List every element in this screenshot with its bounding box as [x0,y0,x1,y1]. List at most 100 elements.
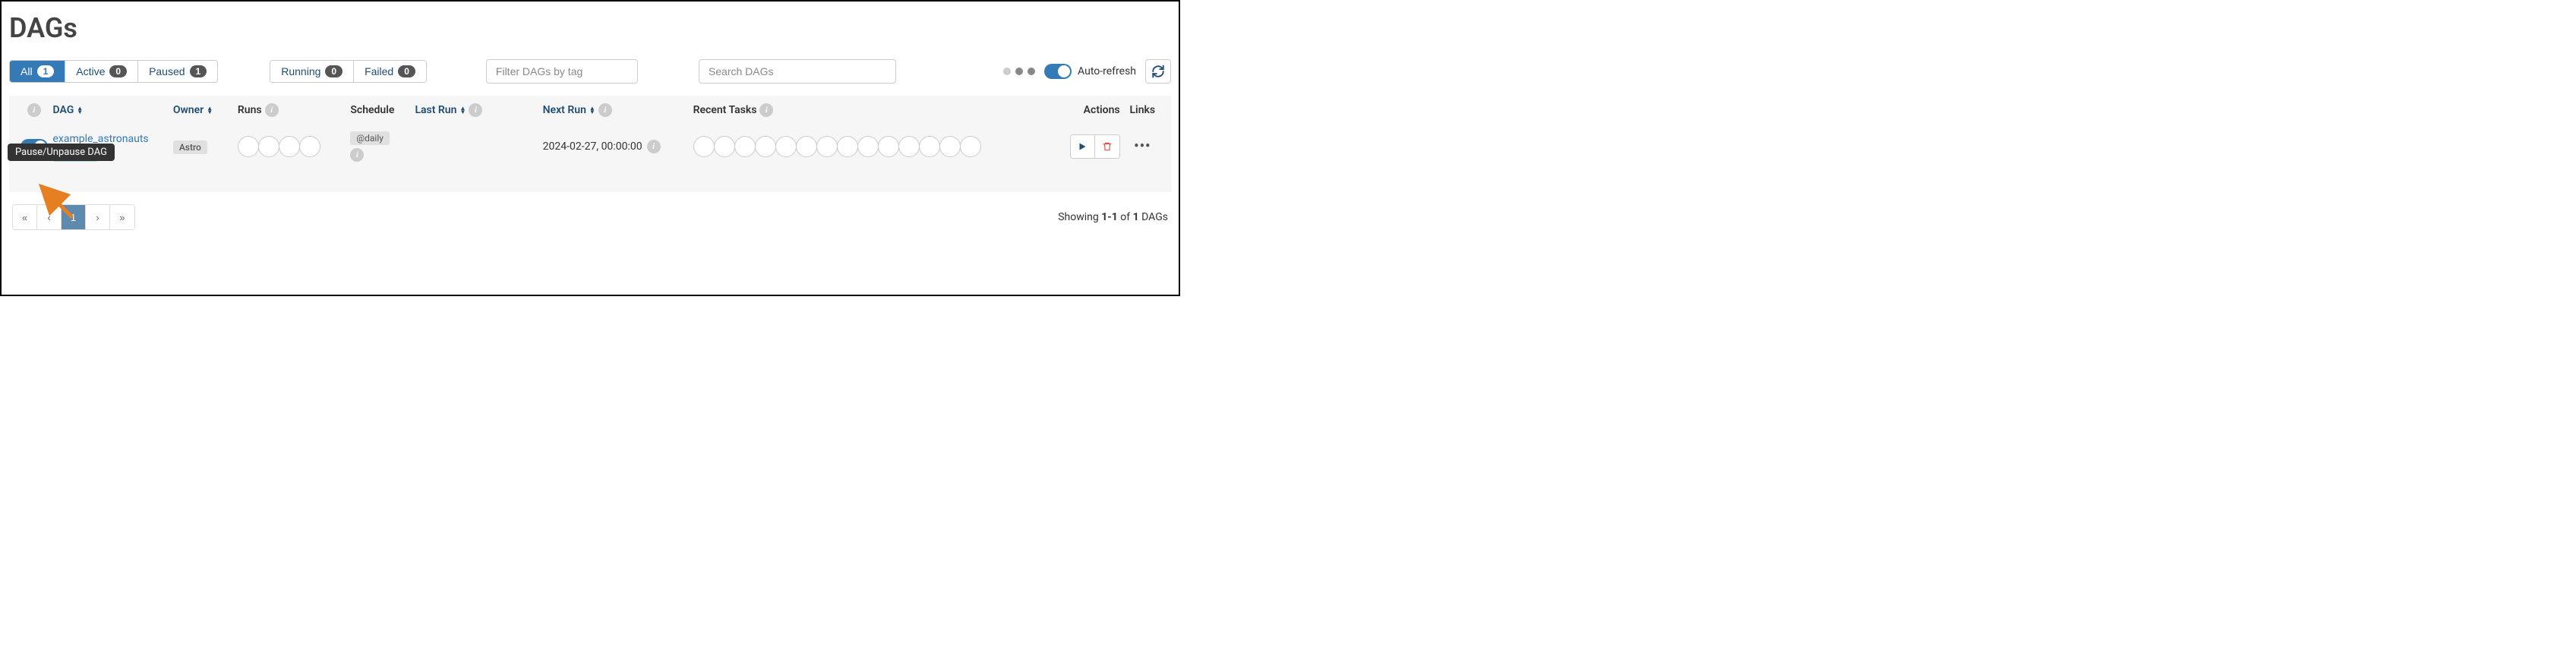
status-running-tab[interactable]: Running 0 [270,61,354,82]
run-circle[interactable] [299,136,320,157]
task-circle[interactable] [734,136,756,157]
filter-tab-group: All 1 Active 0 Paused 1 [9,60,218,83]
status-dot-3 [1028,68,1035,75]
task-circle[interactable] [898,136,920,157]
run-circles [238,136,350,157]
info-icon: i [27,103,41,117]
header-links-label: Links [1129,104,1155,116]
header-recent-label: Recent Tasks [693,104,757,116]
sort-icon: ▲▼ [77,106,83,114]
task-circle[interactable] [755,136,776,157]
filter-active-label: Active [76,65,105,77]
header-actions-label: Actions [1084,104,1120,116]
play-icon [1078,142,1087,151]
showing-suffix: DAGs [1139,211,1168,223]
filter-active-count: 0 [109,65,127,77]
run-circle[interactable] [258,136,279,157]
owner-badge: Astro [173,140,207,154]
task-circle[interactable] [796,136,817,157]
trigger-dag-button[interactable] [1071,135,1095,158]
task-circle[interactable] [919,136,940,157]
sort-icon: ▲▼ [589,106,595,114]
header-owner-label: Owner [173,104,204,116]
task-circles [693,136,1060,157]
delete-dag-button[interactable] [1095,135,1119,158]
next-run-value: 2024-02-27, 00:00:00 [543,140,642,153]
task-circle[interactable] [837,136,858,157]
sort-icon: ▲▼ [207,106,213,114]
autorefresh-toggle[interactable] [1044,64,1072,79]
header-links: Links [1120,104,1165,116]
table-header-row: i DAG ▲▼ Owner ▲▼ Runs i Schedule Last R… [9,96,1171,125]
task-circle[interactable] [857,136,879,157]
showing-range: 1-1 [1101,211,1118,223]
task-circle[interactable] [693,136,715,157]
status-dots [1003,68,1035,75]
info-icon: i [647,140,661,153]
header-dag[interactable]: DAG ▲▼ [52,104,172,116]
header-dag-label: DAG [52,104,74,116]
task-circle[interactable] [939,136,961,157]
showing-middle: of [1118,211,1133,223]
filter-paused-label: Paused [149,65,185,77]
filter-paused-tab[interactable]: Paused 1 [138,61,217,82]
tag-filter-input[interactable] [486,59,638,84]
header-lastrun[interactable]: Last Run ▲▼ i [415,103,542,117]
run-circle[interactable] [279,136,300,157]
controls-row: All 1 Active 0 Paused 1 Running 0 Failed… [9,59,1171,84]
autorefresh-group: Auto-refresh [1044,64,1136,79]
status-dot-2 [1015,68,1023,75]
status-running-label: Running [281,65,320,77]
status-tab-group: Running 0 Failed 0 [270,60,427,83]
task-circle[interactable] [816,136,838,157]
header-schedule-label: Schedule [350,104,394,116]
page-next-button[interactable]: › [86,205,110,229]
info-icon: i [469,103,482,117]
task-circle[interactable] [775,136,797,157]
showing-prefix: Showing [1058,211,1101,223]
status-failed-tab[interactable]: Failed 0 [354,61,426,82]
task-circle[interactable] [960,136,981,157]
refresh-icon [1151,65,1165,78]
filter-all-count: 1 [37,65,55,77]
schedule-badge: @daily [350,131,390,145]
run-circle[interactable] [238,136,259,157]
filter-all-tab[interactable]: All 1 [10,61,65,82]
dags-table: i DAG ▲▼ Owner ▲▼ Runs i Schedule Last R… [9,96,1171,192]
filter-paused-count: 1 [190,65,207,77]
info-icon: i [265,103,279,117]
info-icon: i [759,103,773,117]
showing-text: Showing 1-1 of 1 DAGs [1058,211,1168,223]
footer-row: « ‹ 1 › » Showing 1-1 of 1 DAGs [9,192,1171,233]
status-failed-count: 0 [398,65,415,77]
task-circle[interactable] [714,136,735,157]
header-lastrun-label: Last Run [415,104,456,116]
pause-tooltip: Pause/Unpause DAG [8,144,115,161]
header-recent: Recent Tasks i [693,103,1060,117]
callout-arrow-icon [38,183,84,229]
filter-active-tab[interactable]: Active 0 [65,61,138,82]
header-nextrun[interactable]: Next Run ▲▼ i [543,103,693,117]
header-owner[interactable]: Owner ▲▼ [173,104,238,116]
autorefresh-label: Auto-refresh [1078,65,1136,77]
table-row: example_astronauts example Astro @daily … [9,125,1171,192]
info-icon: i [350,148,364,162]
links-menu-button[interactable]: ••• [1134,138,1151,154]
search-input[interactable] [699,59,896,84]
page-title: DAGs [9,12,1171,44]
refresh-button[interactable] [1145,59,1171,84]
page-last-button[interactable]: » [110,205,134,229]
header-runs-label: Runs [238,104,262,116]
status-dot-1 [1003,68,1011,75]
status-failed-label: Failed [365,65,393,77]
header-runs: Runs i [238,103,350,117]
sort-icon: ▲▼ [459,106,466,114]
filter-all-label: All [21,65,33,77]
showing-total: 1 [1133,211,1139,223]
task-circle[interactable] [878,136,899,157]
status-running-count: 0 [325,65,343,77]
header-schedule: Schedule [350,104,415,116]
header-actions: Actions [1059,104,1119,116]
header-nextrun-label: Next Run [543,104,586,116]
page-first-button[interactable]: « [13,205,37,229]
